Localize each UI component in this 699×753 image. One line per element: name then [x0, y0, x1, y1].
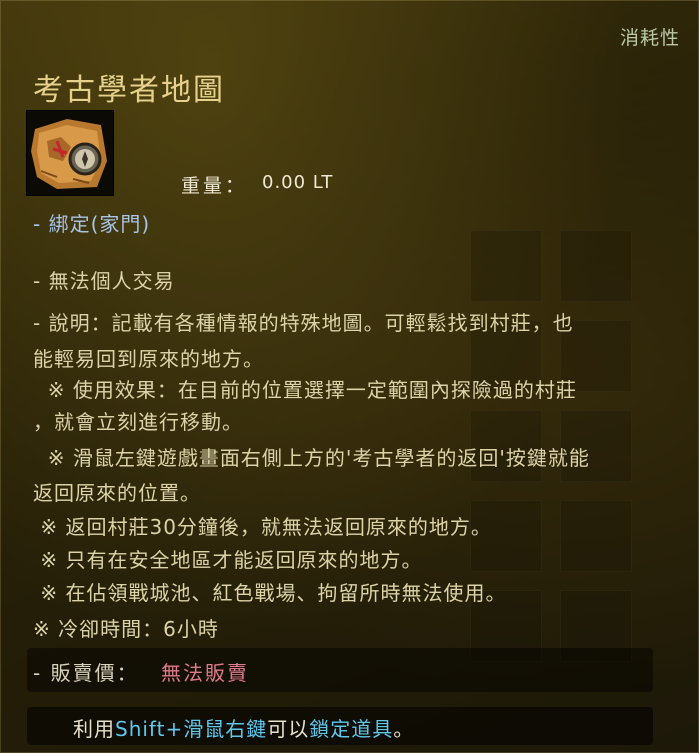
- description-line: ※ 冷卻時間：6小時: [33, 617, 219, 641]
- hint-lock-item: 鎖定道具: [309, 717, 394, 741]
- no-trade-status: - 無法個人交易: [33, 269, 175, 293]
- description-line: ※ 在佔領戰城池、紅色戰場、拘留所時無法使用。: [33, 581, 507, 605]
- item-tooltip: 消耗性 考古學者地圖 重量： 0.00 LT - 綁定(家門) - 無法個人交易…: [0, 0, 699, 753]
- description-line: - 說明：記載有各種情報的特殊地圖。可輕鬆找到村莊，也: [33, 311, 574, 335]
- weight-label: 重量：: [181, 175, 248, 197]
- sell-price-value: 無法販賣: [161, 661, 249, 685]
- description-line: ※ 滑鼠左鍵遊戲畫面右側上方的'考古學者的返回'按鍵就能: [33, 446, 590, 470]
- hint-suffix: 。: [393, 717, 415, 741]
- hint-middle: 可以: [267, 717, 310, 741]
- bound-status: - 綁定(家門): [33, 212, 151, 236]
- description-line: ※ 返回村莊30分鐘後，就無法返回原來的地方。: [33, 515, 492, 539]
- description-line: 返回原來的位置。: [33, 481, 201, 505]
- description-line: ※ 使用效果：在目前的位置選擇一定範圍內探險過的村莊: [33, 378, 577, 402]
- weight-value: 0.00 LT: [262, 172, 334, 193]
- description-line: ※ 只有在安全地區才能返回原來的地方。: [33, 548, 423, 572]
- sell-price-label: - 販賣價：: [33, 661, 139, 685]
- item-category: 消耗性: [619, 27, 680, 49]
- treasure-map-icon: [26, 110, 114, 196]
- lock-item-hint: 利用Shift+滑鼠右鍵可以鎖定道具。: [73, 713, 414, 742]
- description-line: 能輕易回到原來的地方。: [33, 347, 264, 371]
- hint-prefix: 利用: [73, 717, 115, 741]
- description-line: ，就會立刻進行移動。: [33, 410, 243, 434]
- hint-key-combo: Shift+滑鼠右鍵: [115, 717, 268, 741]
- item-title: 考古學者地圖: [33, 73, 225, 108]
